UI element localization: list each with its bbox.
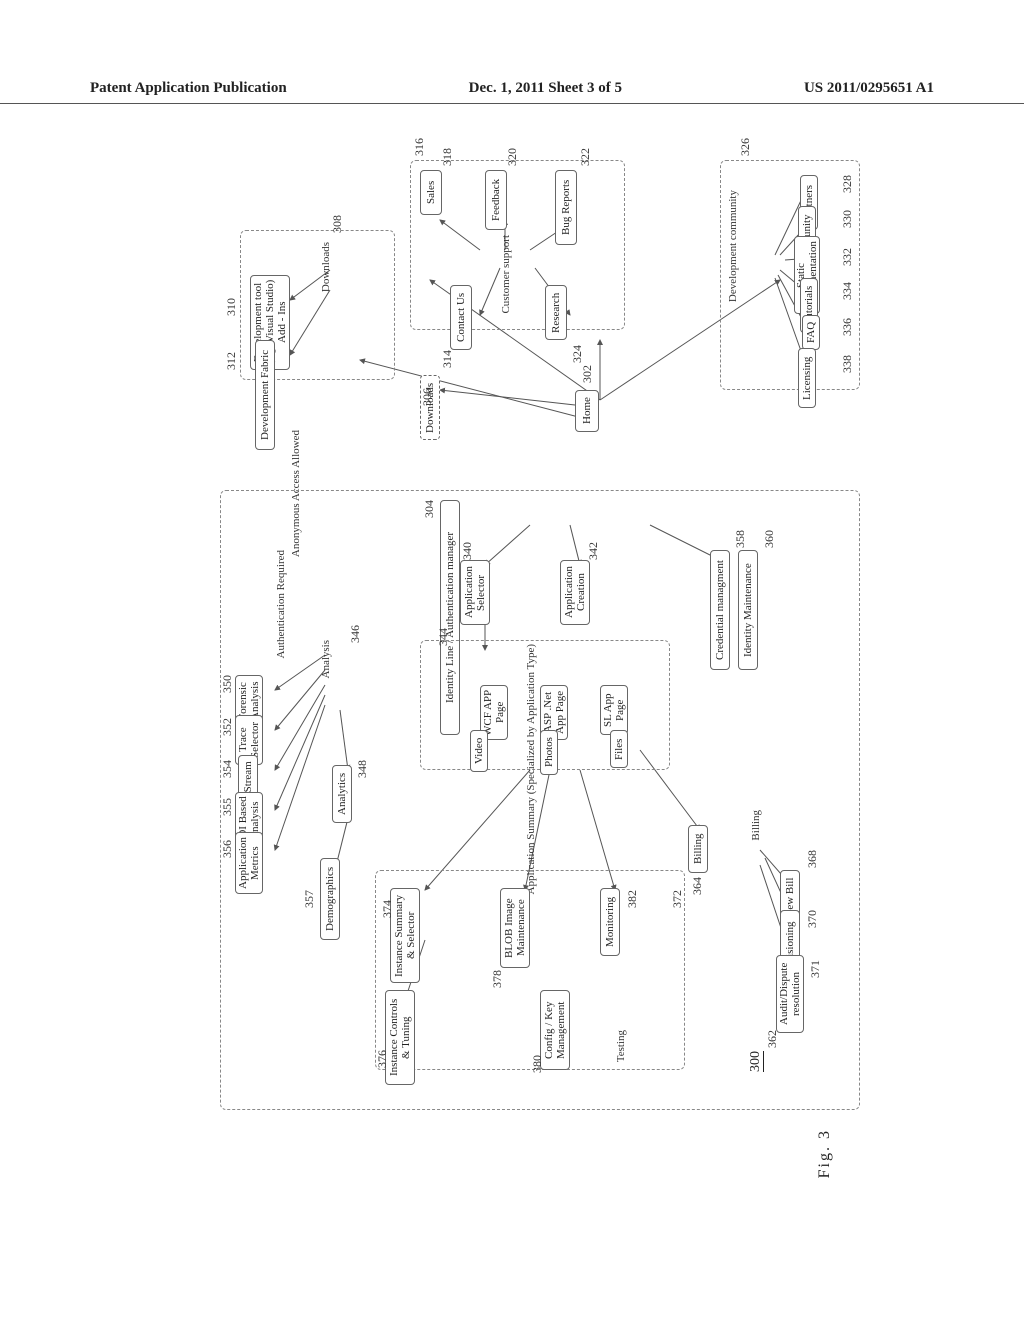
sl-node: SL App Page <box>600 685 628 735</box>
ref-355: 355 <box>220 798 235 816</box>
contact-us-node: Contact Us <box>450 285 472 350</box>
ref-380: 380 <box>530 1055 545 1073</box>
ref-312: 312 <box>224 352 239 370</box>
ref-354: 354 <box>220 760 235 778</box>
ref-374: 374 <box>380 900 395 918</box>
ref-302: 302 <box>580 365 595 383</box>
header-right: US 2011/0295651 A1 <box>804 80 934 97</box>
blob-node: BLOB Image Maintenance <box>500 888 530 968</box>
id-maint-node: Identity Maintenance <box>738 550 758 670</box>
faq-node: FAQ <box>802 315 820 350</box>
ref-360: 360 <box>762 530 777 548</box>
customer-support-group <box>410 160 625 330</box>
photos-node: Photos <box>540 730 558 775</box>
ref-318: 318 <box>440 148 455 166</box>
dev-fabric-node: Development Fabric <box>255 340 275 450</box>
downloads-node: Downloads <box>420 375 440 440</box>
licensing-node: Licensing <box>798 348 816 408</box>
ref-348: 348 <box>355 760 370 778</box>
ref-306: 306 <box>420 388 435 406</box>
ref-310: 310 <box>224 298 239 316</box>
ref-314: 314 <box>440 350 455 368</box>
ref-344: 344 <box>436 628 451 646</box>
ref-338: 338 <box>840 355 855 373</box>
ref-378: 378 <box>490 970 505 988</box>
research-node: Research <box>545 285 567 340</box>
demographics-node: Demographics <box>320 858 340 940</box>
app-creation-node: Application Creation <box>560 560 590 625</box>
bug-reports-node: Bug Reports <box>555 170 577 245</box>
downloads-label: Downloads <box>320 242 332 292</box>
monitoring-node: Monitoring <box>600 888 620 956</box>
feedback-node: Feedback <box>485 170 507 230</box>
billing-label: Billing <box>750 810 762 841</box>
ref-352: 352 <box>220 718 235 736</box>
ref-368: 368 <box>805 850 820 868</box>
app-summary-label: Application Summary (Specialized by Appl… <box>525 644 537 894</box>
ref-340: 340 <box>460 542 475 560</box>
files-node: Files <box>610 730 628 768</box>
page-header: Patent Application Publication Dec. 1, 2… <box>0 80 1024 104</box>
ref-322: 322 <box>578 148 593 166</box>
scheme-ref: 300 <box>748 1051 764 1072</box>
ref-308: 308 <box>330 215 345 233</box>
ref-324: 324 <box>570 345 585 363</box>
ref-328: 328 <box>840 175 855 193</box>
ref-304: 304 <box>422 500 437 518</box>
home-node: Home <box>575 390 599 432</box>
ref-342: 342 <box>586 542 601 560</box>
audit-node: Audit/Dispute resolution <box>776 955 804 1033</box>
ref-350: 350 <box>220 675 235 693</box>
inst-controls-node: Instance Controls & Tuning <box>385 990 415 1085</box>
figure-label: Fig. 3 <box>816 1129 834 1178</box>
ref-336: 336 <box>840 318 855 336</box>
dev-community-label: Development community <box>727 190 739 302</box>
ref-332: 332 <box>840 248 855 266</box>
ref-346: 346 <box>348 625 363 643</box>
ref-356: 356 <box>220 840 235 858</box>
ref-330: 330 <box>840 210 855 228</box>
ref-371: 371 <box>808 960 823 978</box>
ref-334: 334 <box>840 282 855 300</box>
header-left: Patent Application Publication <box>90 80 287 97</box>
ref-372: 372 <box>670 890 685 908</box>
analysis-label: Analysis <box>320 640 332 679</box>
dev-community-group <box>720 160 860 390</box>
ref-320: 320 <box>505 148 520 166</box>
ref-362: 362 <box>765 1030 780 1048</box>
testing-label: Testing <box>615 1030 627 1062</box>
analytics-node: Analytics <box>332 765 352 823</box>
ref-316: 316 <box>412 138 427 156</box>
ref-370: 370 <box>805 910 820 928</box>
ref-326: 326 <box>738 138 753 156</box>
header-center: Dec. 1, 2011 Sheet 3 of 5 <box>469 80 622 97</box>
app-selector-node: Application Selector <box>460 560 490 625</box>
ref-382: 382 <box>625 890 640 908</box>
ref-357: 357 <box>302 890 317 908</box>
cred-mgmt-node: Credential managment <box>710 550 730 670</box>
figure-3: Customer support Sales Feedback Bug Repo… <box>180 130 870 1190</box>
billing-node: Billing <box>688 825 708 873</box>
video-node: Video <box>470 730 488 772</box>
app-metrics-node: Application Metrics <box>235 832 263 894</box>
sales-node: Sales <box>420 170 442 215</box>
ref-358: 358 <box>733 530 748 548</box>
ref-376: 376 <box>375 1050 390 1068</box>
ref-364: 364 <box>690 877 705 895</box>
customer-support-label: Customer support <box>500 235 512 314</box>
